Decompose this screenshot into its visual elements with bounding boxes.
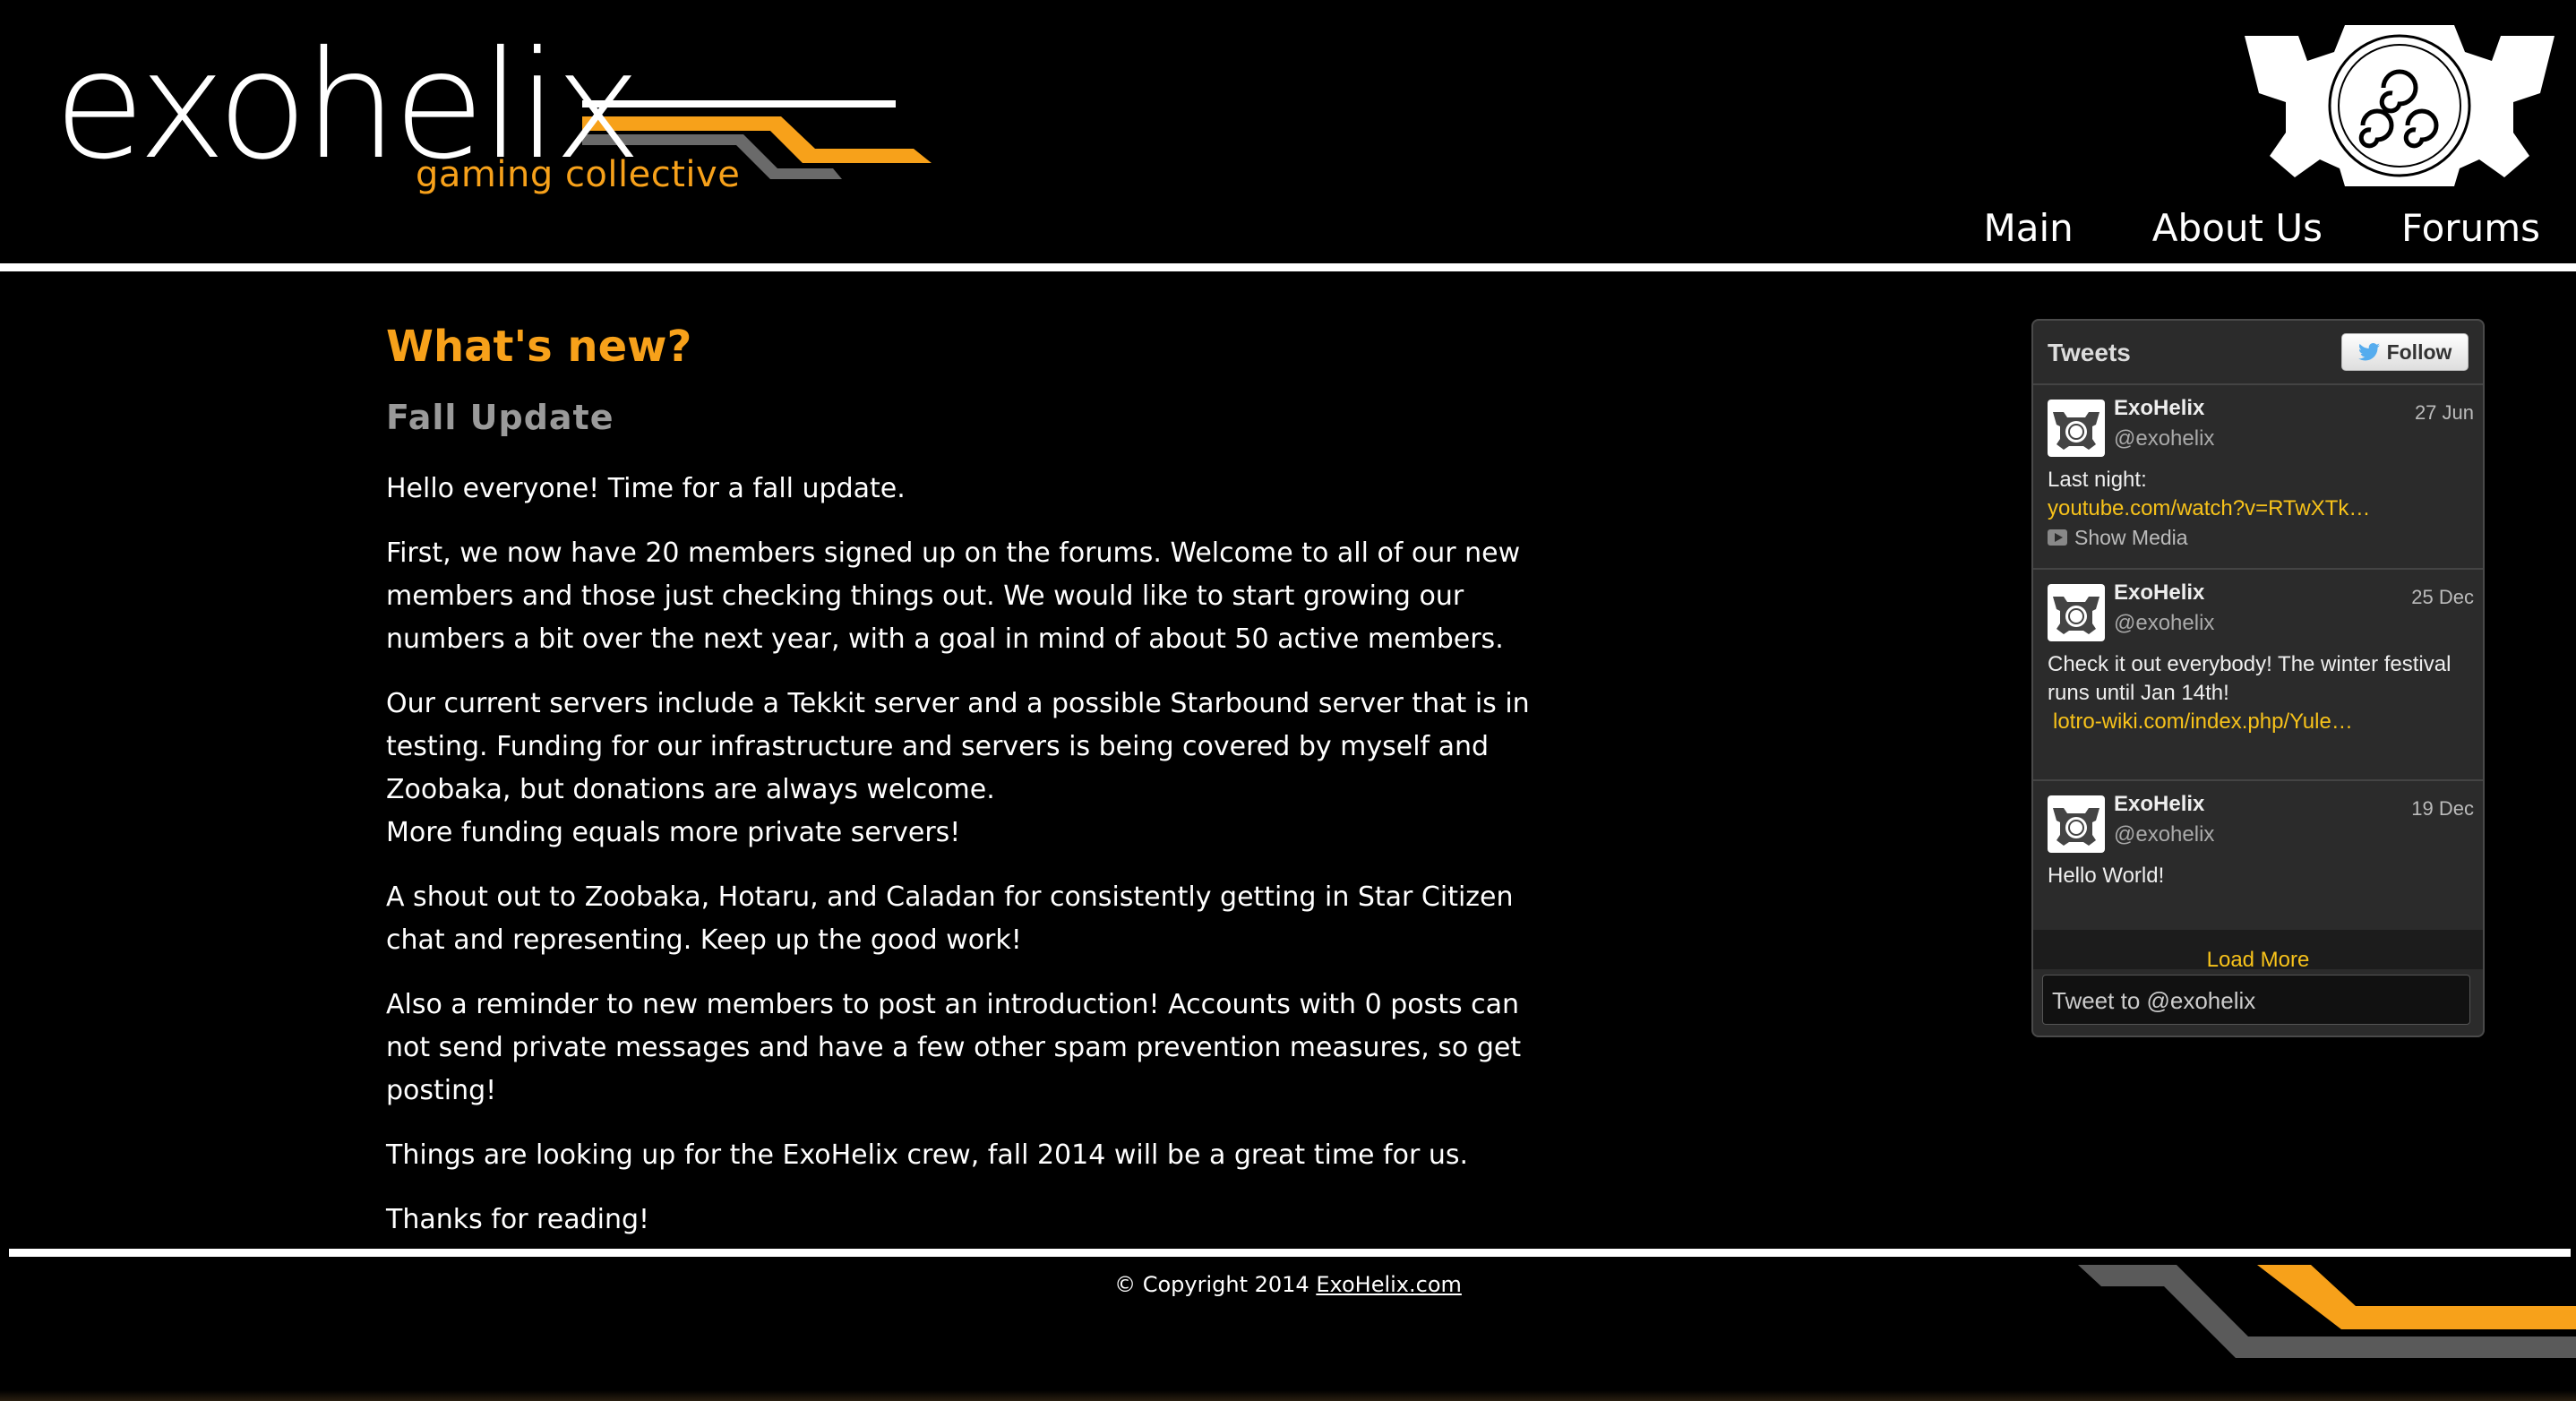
tweet-item[interactable]: ExoHelix @exohelix 19 Dec Hello World! — [2033, 781, 2483, 935]
tweet-link[interactable]: youtube.com/watch?v=RTwXTk… — [2048, 494, 2469, 523]
twitter-bird-icon — [2357, 343, 2380, 361]
show-media-toggle[interactable]: Show Media — [2048, 523, 2469, 552]
tweet-date[interactable]: 27 Jun — [2415, 401, 2474, 425]
exohelix-gear-icon — [2053, 597, 2099, 634]
tweet-text-body: Last night: — [2048, 468, 2147, 492]
avatar[interactable] — [2048, 795, 2105, 853]
post-title: Fall Update — [386, 398, 614, 437]
tweet-author-name[interactable]: ExoHelix — [2114, 580, 2204, 606]
twitter-widget: Tweets Follow ExoHelix @exohelix 27 Jun … — [2031, 319, 2485, 1037]
follow-button-label: Follow — [2386, 340, 2452, 364]
tweet-author-handle[interactable]: @exohelix — [2114, 611, 2214, 636]
page-bottom-edge — [0, 1390, 2576, 1401]
site-logo[interactable]: exohelix gaming collective — [54, 32, 932, 215]
tweet-to-input[interactable]: Tweet to @exohelix — [2042, 975, 2470, 1025]
twitter-widget-title: Tweets — [2048, 339, 2131, 366]
tweet-author-name[interactable]: ExoHelix — [2114, 792, 2204, 817]
post-paragraph: Things are looking up for the ExoHelix c… — [386, 1139, 1468, 1171]
tweet-author-handle[interactable]: @exohelix — [2114, 822, 2214, 847]
tweet-author-name[interactable]: ExoHelix — [2114, 396, 2204, 421]
exohelix-gear-icon — [2053, 808, 2099, 846]
tweet-text: Last night: youtube.com/watch?v=RTwXTk… … — [2048, 466, 2469, 552]
show-media-label: Show Media — [2074, 526, 2188, 549]
footer-divider — [9, 1249, 2571, 1257]
tweet-link[interactable]: lotro-wiki.com/index.php/Yule… — [2048, 708, 2469, 736]
load-more-button[interactable]: Load More — [2033, 930, 2483, 969]
play-icon — [2048, 529, 2067, 546]
tweet-text: Check it out everybody! The winter festi… — [2048, 650, 2469, 736]
gear-triskelion-emblem-icon — [2245, 25, 2555, 186]
post-paragraph: A shout out to Zoobaka, Hotaru, and Cala… — [386, 881, 1514, 956]
header-divider — [0, 263, 2576, 271]
post-paragraph: First, we now have 20 members signed up … — [386, 537, 1521, 655]
post-paragraph: Also a reminder to new members to post a… — [386, 989, 1522, 1106]
post-paragraph: Our current servers include a Tekkit ser… — [386, 688, 1530, 848]
tweet-date[interactable]: 25 Dec — [2411, 586, 2474, 609]
follow-button[interactable]: Follow — [2341, 333, 2469, 371]
copyright-prefix: © Copyright 2014 — [1114, 1272, 1317, 1297]
footer-stripes-decoration — [2078, 1265, 2576, 1358]
tweet-item[interactable]: ExoHelix @exohelix 27 Jun Last night: yo… — [2033, 385, 2483, 570]
page-title: What's new? — [386, 322, 692, 372]
post-paragraph: Thanks for reading! — [386, 1204, 650, 1235]
tweet-date[interactable]: 19 Dec — [2411, 797, 2474, 821]
tweet-item[interactable]: ExoHelix @exohelix 25 Dec Check it out e… — [2033, 570, 2483, 781]
avatar[interactable] — [2048, 584, 2105, 641]
nav-about-us-link[interactable]: About Us — [2152, 204, 2323, 253]
copyright-link[interactable]: ExoHelix.com — [1316, 1272, 1462, 1297]
tweet-text: Hello World! — [2048, 864, 2165, 888]
news-article: What's new? Fall Update Hello everyone! … — [386, 315, 1550, 1242]
nav-main-link[interactable]: Main — [1984, 204, 2074, 253]
post-paragraph: Hello everyone! Time for a fall update. — [386, 473, 906, 504]
avatar[interactable] — [2048, 400, 2105, 457]
main-nav: Main About Us Forums — [1984, 204, 2540, 253]
tweet-author-handle[interactable]: @exohelix — [2114, 426, 2214, 451]
exohelix-gear-icon — [2053, 412, 2099, 450]
nav-forums-link[interactable]: Forums — [2401, 204, 2540, 253]
tweet-text-body: Check it out everybody! The winter festi… — [2048, 652, 2451, 705]
logo-tagline: gaming collective — [416, 154, 741, 195]
twitter-widget-header: Tweets Follow — [2033, 321, 2483, 385]
